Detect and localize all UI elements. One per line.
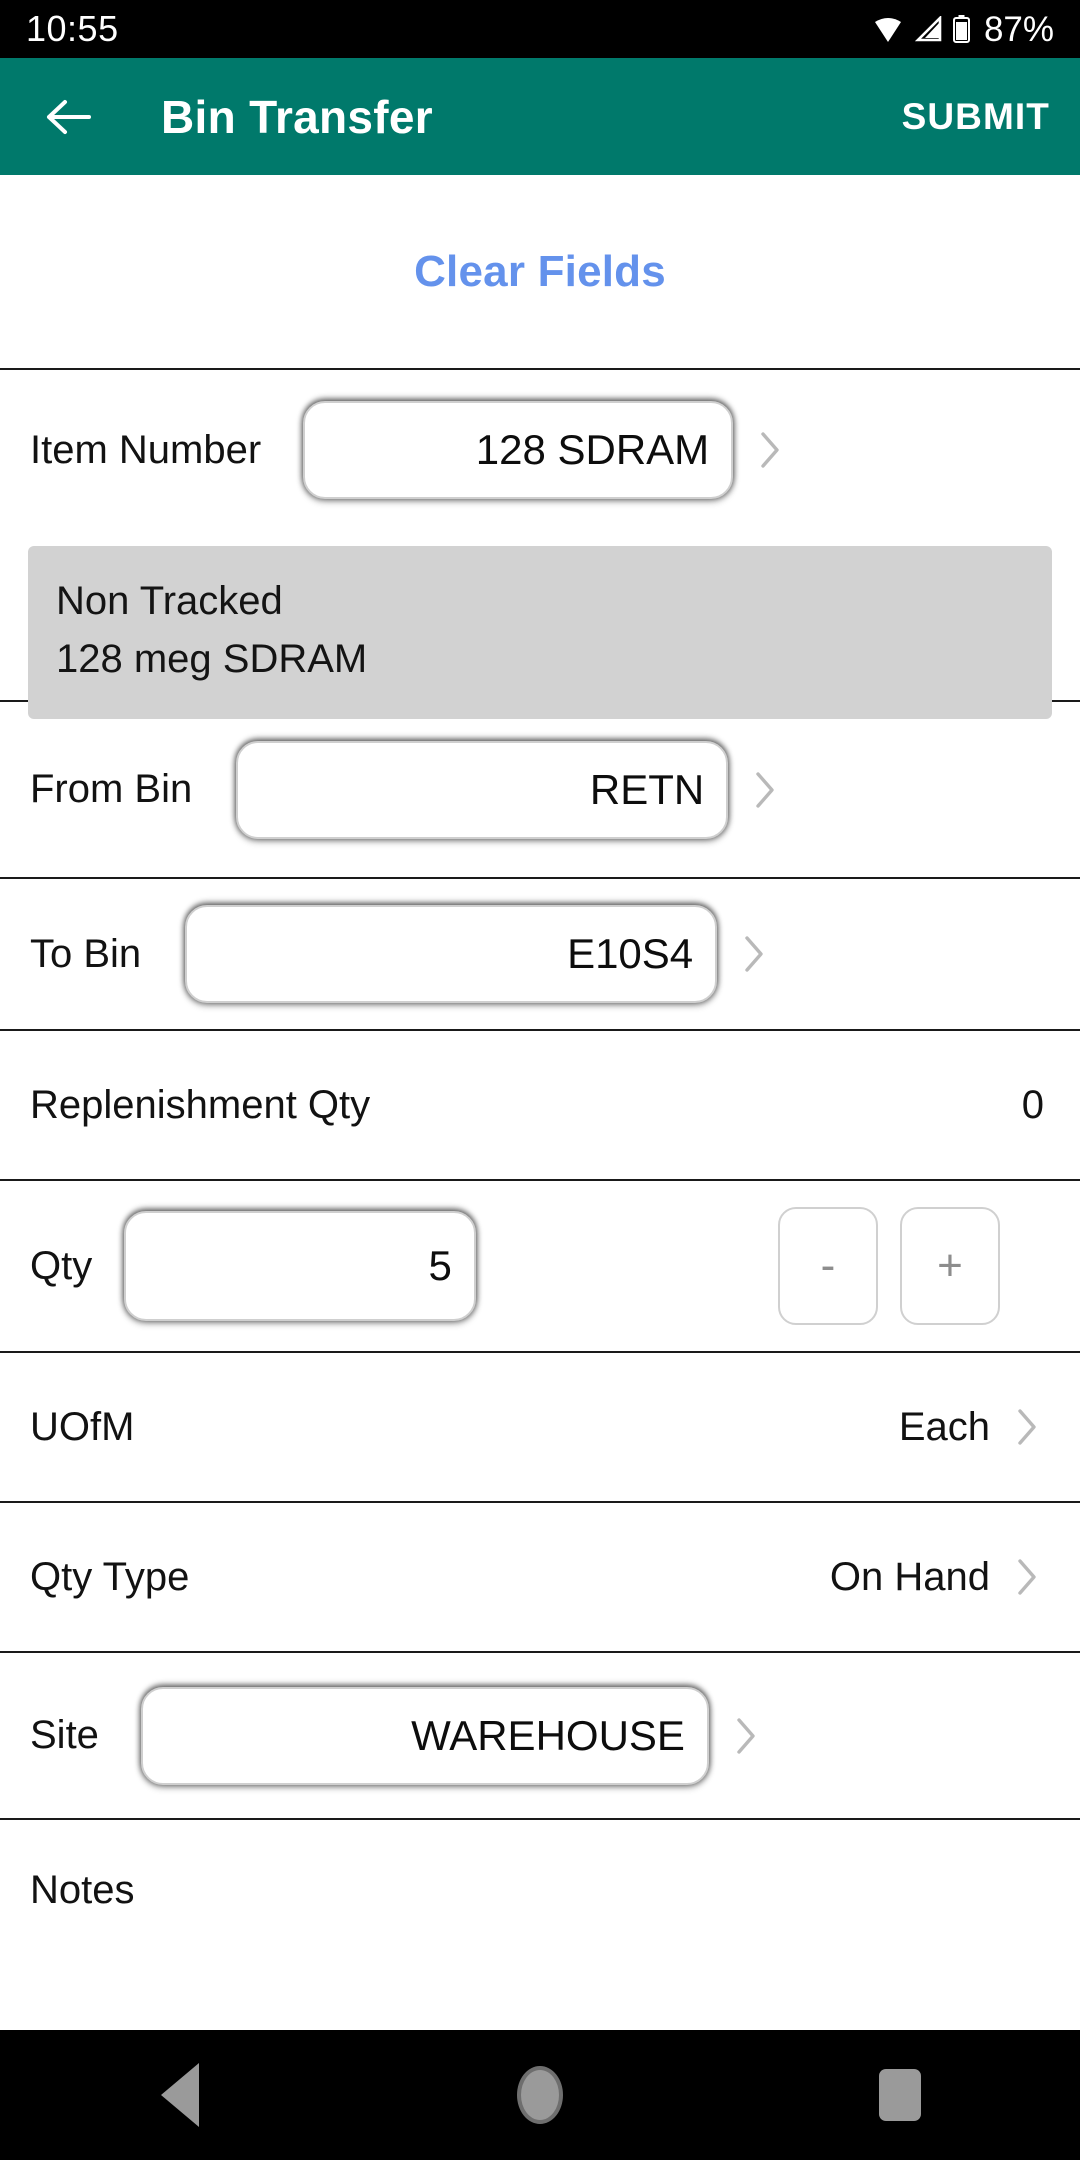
to-bin-input[interactable]: E10S4 bbox=[185, 905, 718, 1003]
qty-decrement-button[interactable]: - bbox=[778, 1207, 878, 1325]
nav-back-icon bbox=[161, 2063, 199, 2127]
signal-icon bbox=[914, 14, 942, 42]
chevron-right-icon[interactable] bbox=[1004, 1558, 1050, 1596]
site-row[interactable]: Site WAREHOUSE bbox=[0, 1653, 1080, 1818]
page-title: Bin Transfer bbox=[161, 90, 434, 143]
notes-label: Notes bbox=[30, 1867, 135, 1912]
from-bin-input[interactable]: RETN bbox=[236, 740, 729, 839]
qty-increment-button[interactable]: + bbox=[900, 1207, 1000, 1325]
nav-home-button[interactable] bbox=[465, 2030, 615, 2160]
app-bar: Bin Transfer SUBMIT bbox=[0, 58, 1080, 175]
from-bin-row[interactable]: From Bin RETN bbox=[0, 702, 1080, 877]
qty-value: 5 bbox=[428, 1242, 452, 1289]
qty-type-row[interactable]: Qty Type On Hand bbox=[0, 1503, 1080, 1651]
qty-type-value: On Hand bbox=[829, 1554, 990, 1599]
chevron-right-icon[interactable] bbox=[747, 431, 793, 469]
notes-row[interactable]: Notes bbox=[0, 1820, 1080, 1960]
item-number-label: Item Number bbox=[30, 427, 262, 472]
site-value: WAREHOUSE bbox=[411, 1711, 685, 1759]
item-description-label: 128 meg SDRAM bbox=[56, 637, 368, 682]
item-number-input[interactable]: 128 SDRAM bbox=[303, 401, 734, 499]
nav-back-button[interactable] bbox=[105, 2030, 255, 2160]
qty-input[interactable]: 5 bbox=[124, 1211, 476, 1321]
uofm-row[interactable]: UOfM Each bbox=[0, 1353, 1080, 1501]
replenishment-qty-row: Replenishment Qty 0 bbox=[0, 1031, 1080, 1179]
nav-recents-icon bbox=[879, 2069, 921, 2121]
system-nav-bar bbox=[0, 2030, 1080, 2160]
back-arrow-icon bbox=[45, 97, 93, 137]
back-button[interactable] bbox=[34, 82, 104, 152]
qty-label: Qty bbox=[30, 1243, 93, 1288]
form-content: Clear Fields Item Number 128 SDRAM Non T… bbox=[0, 175, 1080, 2030]
uofm-label: UOfM bbox=[30, 1404, 135, 1449]
to-bin-label: To Bin bbox=[30, 931, 142, 976]
qty-decrement-label: - bbox=[820, 1241, 836, 1290]
to-bin-row[interactable]: To Bin E10S4 bbox=[0, 879, 1080, 1029]
battery-icon bbox=[952, 15, 970, 43]
item-number-value: 128 SDRAM bbox=[475, 426, 710, 473]
item-number-row[interactable]: Item Number 128 SDRAM bbox=[0, 370, 1080, 530]
to-bin-value: E10S4 bbox=[567, 930, 694, 977]
item-info-panel: Non Tracked 128 meg SDRAM bbox=[0, 530, 1080, 719]
item-info-box: Non Tracked 128 meg SDRAM bbox=[28, 546, 1052, 719]
from-bin-value: RETN bbox=[589, 765, 705, 813]
clear-fields-button[interactable]: Clear Fields bbox=[414, 247, 666, 297]
qty-type-label: Qty Type bbox=[30, 1554, 190, 1599]
battery-percent-label: 87% bbox=[983, 9, 1054, 49]
status-bar: 10:55 87% bbox=[0, 0, 1080, 58]
replenishment-qty-value: 0 bbox=[1021, 1082, 1044, 1127]
chevron-right-icon[interactable] bbox=[731, 935, 777, 973]
qty-row[interactable]: Qty 5 - + bbox=[0, 1181, 1080, 1351]
nav-home-icon bbox=[517, 2066, 563, 2124]
wifi-icon bbox=[873, 16, 903, 42]
chevron-right-icon[interactable] bbox=[1004, 1408, 1050, 1446]
clear-fields-row: Clear Fields bbox=[0, 175, 1080, 368]
site-input[interactable]: WAREHOUSE bbox=[140, 1686, 709, 1785]
item-tracking-label: Non Tracked bbox=[56, 579, 283, 623]
status-icons: 87% bbox=[873, 12, 1054, 47]
phone-screen: 10:55 87% Bin Transfer SUBMIT Clear Fiel… bbox=[0, 0, 1080, 2160]
chevron-right-icon[interactable] bbox=[723, 1717, 769, 1755]
nav-recents-button[interactable] bbox=[825, 2030, 975, 2160]
uofm-value: Each bbox=[898, 1404, 990, 1449]
status-time: 10:55 bbox=[26, 8, 119, 49]
qty-increment-label: + bbox=[937, 1241, 963, 1290]
chevron-right-icon[interactable] bbox=[742, 771, 788, 809]
submit-button[interactable]: SUBMIT bbox=[902, 96, 1050, 138]
site-label: Site bbox=[30, 1713, 99, 1757]
from-bin-label: From Bin bbox=[30, 767, 193, 811]
replenishment-qty-label: Replenishment Qty bbox=[30, 1082, 371, 1127]
